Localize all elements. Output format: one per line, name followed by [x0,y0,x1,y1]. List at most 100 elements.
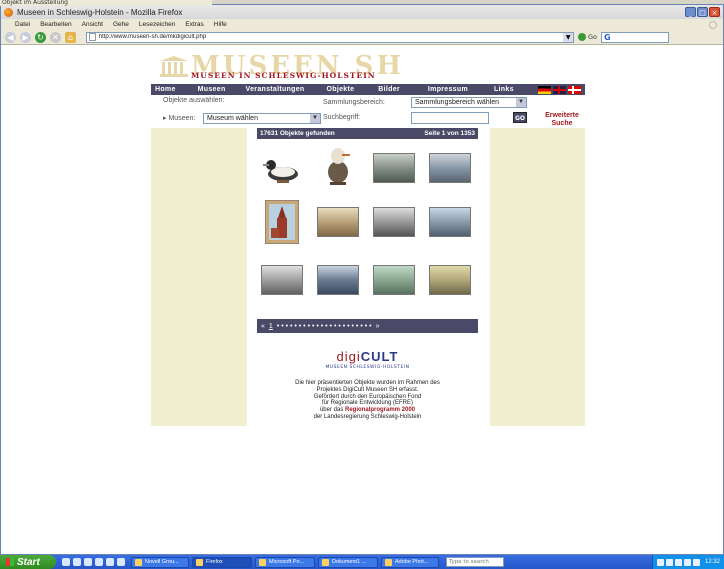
right-sidebar [490,128,585,426]
thumbnail-postcard-9[interactable] [427,257,472,302]
forward-icon[interactable]: ▶ [20,31,31,43]
menu-extras[interactable]: Extras [185,21,203,28]
reload-icon[interactable]: ↻ [35,31,46,43]
church-painting-image [264,199,299,244]
start-button[interactable]: Start [0,555,56,569]
thumbnail-postcard-2[interactable] [427,145,472,190]
go-search-button[interactable]: GO [513,112,527,123]
thumbnail-postcard-7[interactable] [315,257,360,302]
thumbnail-postcard-8[interactable] [371,257,416,302]
back-icon[interactable]: ◀ [5,31,16,43]
results-header: 17631 Objekte gefunden Seite 1 von 1353 [257,128,478,139]
pager-next[interactable]: » [376,323,380,330]
museum-select[interactable]: Museum wählen ▼ [203,113,321,124]
digicult-logo[interactable]: digiCULT [257,349,478,364]
tray-icon[interactable] [656,558,664,566]
menu-bearbeiten[interactable]: Bearbeiten [40,21,71,28]
task-word[interactable]: Dokument1 ... [318,556,378,568]
window-title: Museen in Schleswig-Holstein - Mozilla F… [17,7,183,17]
quicklaunch-icon[interactable] [84,558,92,566]
thumbnail-postcard-6[interactable] [259,257,304,302]
minimize-button[interactable]: _ [685,7,696,17]
bird-decoy-image [327,147,350,185]
home-icon[interactable]: ⌂ [65,31,76,43]
taskbar-search-input[interactable]: Type to search [446,557,504,567]
taskbar: Start Novell Grou... Firefox Microsoft P… [0,555,724,569]
danish-flag-icon[interactable] [568,85,581,94]
page-icon [89,33,96,41]
tray-icon[interactable] [683,558,691,566]
collection-label: Sammlungsbereich: [323,99,385,106]
german-flag-icon[interactable] [538,85,551,94]
digicult-section: digiCULT MUSEEN SCHLESWIG-HOLSTEIN Die h… [257,349,478,421]
nav-objekte[interactable]: Objekte [327,86,355,93]
objects-label: Objekte auswählen: [163,97,225,104]
thumbnail-postcard-4[interactable] [371,199,416,244]
menu-hilfe[interactable]: Hilfe [214,21,227,28]
quicklaunch-icon[interactable] [95,558,103,566]
tray-icon[interactable] [665,558,673,566]
nav-museen[interactable]: Museen [198,86,226,93]
go-button[interactable]: Go [578,33,597,41]
url-bar[interactable]: ▼ [86,31,574,43]
site-logo-small: MUSEEN IN SCHLESWIG-HOLSTEIN [191,71,376,80]
nav-links[interactable]: Links [494,86,514,93]
task-powerpoint[interactable]: Microsoft Po... [255,556,315,568]
task-firefox[interactable]: Firefox [192,556,252,568]
thumbnail-postcard-3[interactable] [315,199,360,244]
quicklaunch-icon[interactable] [117,558,125,566]
digicult-funding-text: Die hier präsentierten Objekte wurden im… [295,380,440,420]
quicklaunch-icon[interactable] [106,558,114,566]
results-count: 17631 Objekte gefunden [260,130,335,137]
nav-bilder[interactable]: Bilder [378,86,400,93]
pager-pages[interactable]: • • • • • • • • • • • • • • • • • • • • … [277,323,372,330]
content-row: 17631 Objekte gefunden Seite 1 von 1353 [151,128,585,426]
duck-decoy-image [262,159,298,183]
go-arrow-icon [578,33,586,41]
collection-select[interactable]: Sammlungsbereich wählen ▼ [411,97,527,108]
maximize-button[interactable]: □ [697,7,708,17]
background-window-text: Objekt im Ausstellung [0,0,212,6]
quicklaunch-icon[interactable] [62,558,70,566]
task-photoshop[interactable]: Adobe Phot... [381,556,439,568]
google-icon: G [604,32,611,42]
thumbnail-bird[interactable] [315,141,360,186]
advanced-search-link[interactable]: Erweiterte Suche [543,112,581,128]
site-nav: Home Museen Veranstaltungen Objekte Bild… [151,84,585,95]
nav-impressum[interactable]: Impressum [428,86,468,93]
nav-home[interactable]: Home [155,86,176,93]
close-button[interactable]: × [709,7,720,17]
menu-datei[interactable]: Datei [15,21,30,28]
pager-prev[interactable]: « [261,323,265,330]
thumbnail-church[interactable] [259,199,304,244]
results-page: Seite 1 von 1353 [424,130,475,137]
thumbnail-postcard-5[interactable] [427,199,472,244]
tray-icon[interactable] [674,558,682,566]
task-novell[interactable]: Novell Grou... [131,556,189,568]
thumbnail-postcard-1[interactable] [371,145,416,190]
stop-icon[interactable]: ✕ [50,31,61,43]
tray-icon[interactable] [692,558,700,566]
system-tray: 12:32 [651,555,724,569]
pager-current[interactable]: 1 [269,323,273,330]
menu-lesezeichen[interactable]: Lesezeichen [139,21,176,28]
english-flag-icon[interactable] [553,85,566,94]
nav-veranstaltungen[interactable]: Veranstaltungen [246,86,305,93]
search-bar[interactable]: G [601,31,670,43]
app-icon [135,558,142,566]
search-term-label: Suchbegriff: [323,114,361,121]
thumbnail-duck[interactable] [259,145,304,190]
firefox-icon [196,558,203,566]
menu-ansicht[interactable]: Ansicht [82,21,103,28]
navigation-toolbar: ◀ ▶ ↻ ✕ ⌂ ▼ Go G [1,30,723,45]
firefox-icon [4,7,13,17]
windows-logo-icon [6,558,14,566]
quicklaunch-icon[interactable] [73,558,81,566]
search-term-input[interactable] [411,112,489,124]
results-panel: 17631 Objekte gefunden Seite 1 von 1353 [257,128,478,421]
regionalprogramm-link[interactable]: Regionalprogramm 2000 [345,407,415,413]
quick-launch [56,558,131,566]
url-input[interactable] [98,34,561,40]
menu-gehe[interactable]: Gehe [113,21,129,28]
url-dropdown-icon[interactable]: ▼ [563,32,573,42]
